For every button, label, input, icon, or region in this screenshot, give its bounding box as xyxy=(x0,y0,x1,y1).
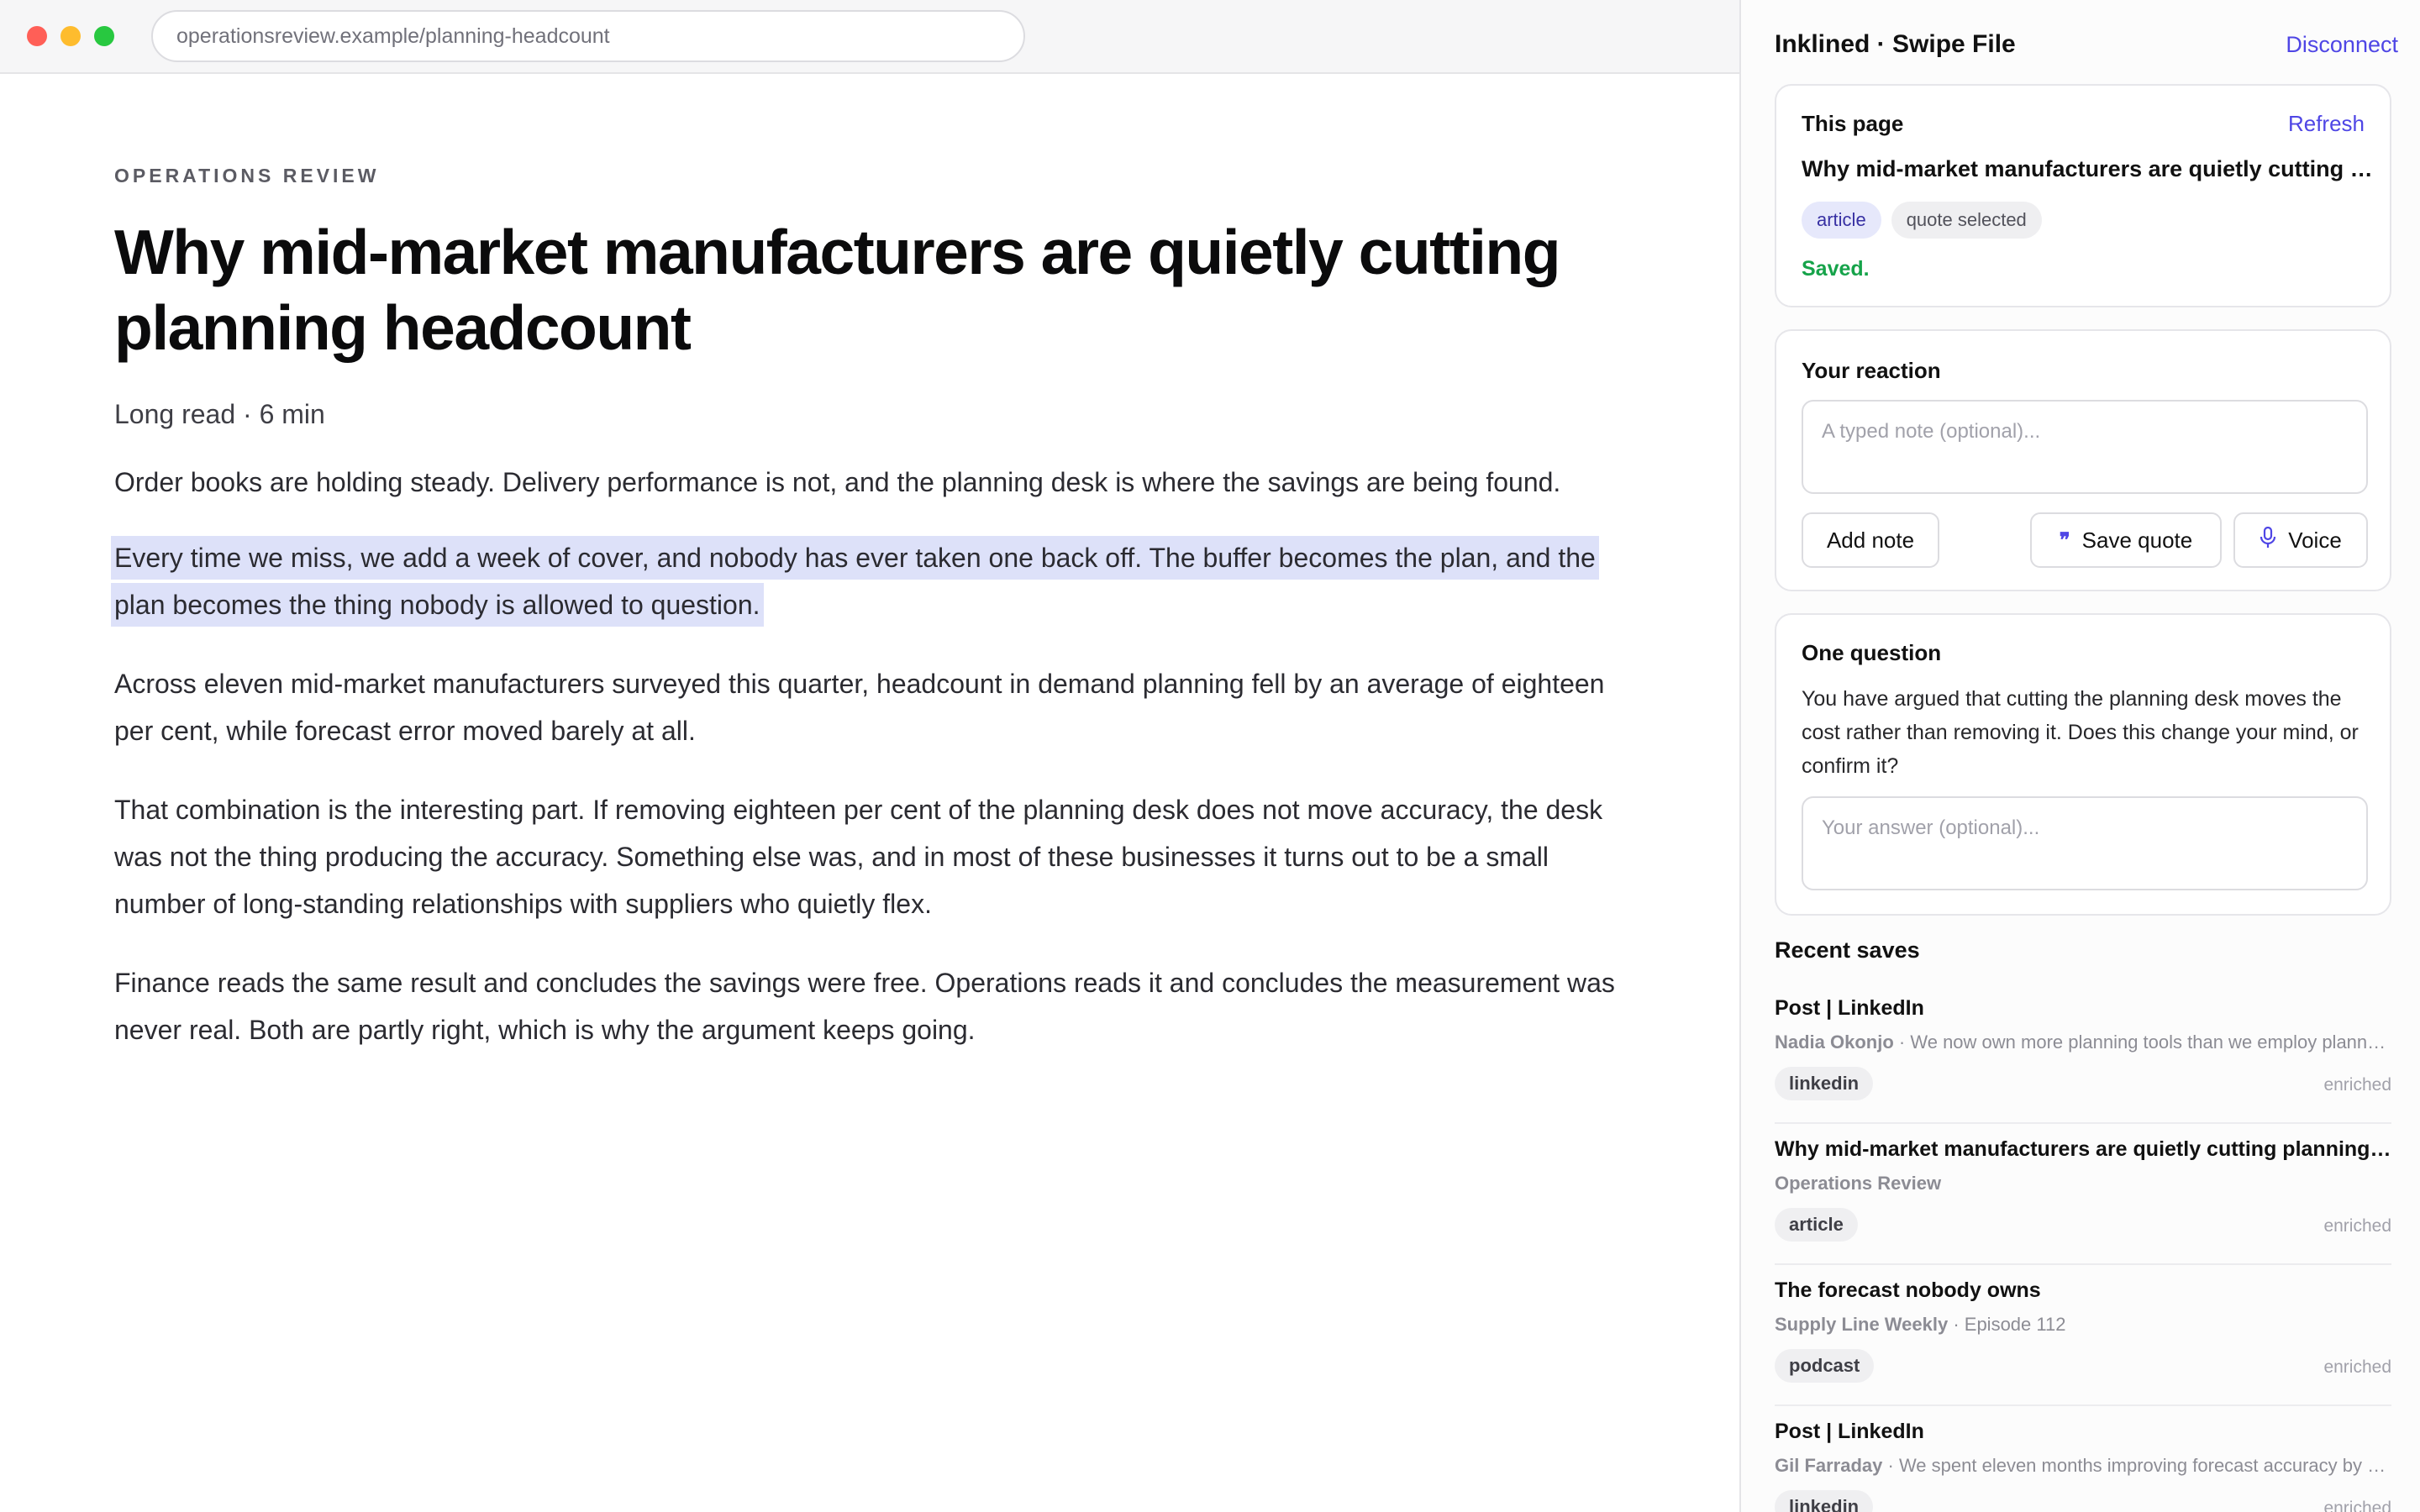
recent-save-detail: · Episode 112 xyxy=(1948,1314,2066,1335)
article-paragraph: Across eleven mid-market manufacturers s… xyxy=(114,669,1605,746)
save-status: Saved. xyxy=(1802,257,1870,281)
question-card: One question You have argued that cuttin… xyxy=(1775,613,2391,916)
article-title: Why mid-market manufacturers are quietly… xyxy=(114,217,1561,363)
close-window-button[interactable] xyxy=(27,26,47,46)
recent-save-detail: · We now own more planning tools than we… xyxy=(1893,1032,2391,1053)
tag-article: article xyxy=(1802,202,1881,239)
address-bar[interactable]: operationsreview.example/planning-headco… xyxy=(151,10,1025,62)
recent-save-title: Post | LinkedIn xyxy=(1775,996,1924,1020)
recent-save-source: Operations Review xyxy=(1775,1173,1942,1194)
recent-save-status: enriched xyxy=(2323,1216,2391,1236)
recent-save-subtitle: Nadia Okonjo · We now own more planning … xyxy=(1775,1032,2391,1053)
answer-textarea[interactable]: Your answer (optional)... xyxy=(1802,796,2368,890)
save-quote-button[interactable]: ❞ Save quote xyxy=(2030,512,2222,568)
recent-save-tag: linkedin xyxy=(1775,1067,1874,1100)
note-textarea[interactable]: A typed note (optional)... xyxy=(1802,400,2368,494)
add-note-button[interactable]: Add note xyxy=(1802,512,1939,568)
recent-save-source: Gil Farraday xyxy=(1775,1455,1883,1476)
reaction-heading: Your reaction xyxy=(1802,358,1941,383)
minimize-window-button[interactable] xyxy=(60,26,81,46)
quote-icon: ❞ xyxy=(2059,528,2070,552)
article-kicker: OPERATIONS REVIEW xyxy=(114,165,380,186)
recent-save-title: Post | LinkedIn xyxy=(1775,1420,1924,1443)
recent-save-title: The forecast nobody owns xyxy=(1775,1278,2041,1302)
recent-saves-heading: Recent saves xyxy=(1775,937,1920,963)
recent-save-status: enriched xyxy=(2323,1357,2391,1377)
recent-save-title: Why mid-market manufacturers are quietly… xyxy=(1775,1137,2391,1161)
article-paragraph: That combination is the interesting part… xyxy=(114,795,1603,919)
current-page-title: Why mid-market manufacturers are quietly… xyxy=(1802,156,2373,181)
recent-save-tag: linkedin xyxy=(1775,1490,1874,1512)
recent-save-source: Nadia Okonjo xyxy=(1775,1032,1894,1053)
extension-side-panel: Inklined · Swipe File Disconnect This pa… xyxy=(1739,0,2420,1512)
recent-save-source: Supply Line Weekly xyxy=(1775,1314,1949,1335)
recent-save-subtitle: Supply Line Weekly · Episode 112 xyxy=(1775,1314,2391,1336)
zoom-window-button[interactable] xyxy=(94,26,114,46)
refresh-link[interactable]: Refresh xyxy=(2288,111,2365,137)
browser-toolbar: operationsreview.example/planning-headco… xyxy=(0,0,1739,74)
recent-save-item[interactable]: Why mid-market manufacturers are quietly… xyxy=(1775,1124,2391,1265)
article-paragraph: Order books are holding steady. Delivery… xyxy=(114,467,1561,497)
recent-save-item[interactable]: Post | LinkedIn Gil Farraday · We spent … xyxy=(1775,1406,2391,1512)
recent-save-item[interactable]: The forecast nobody owns Supply Line Wee… xyxy=(1775,1265,2391,1406)
panel-title: Inklined · Swipe File xyxy=(1775,30,2016,58)
microphone-icon xyxy=(2260,526,2276,554)
this-page-heading: This page xyxy=(1802,111,1904,136)
question-text: You have argued that cutting the plannin… xyxy=(1802,687,2359,778)
save-quote-label: Save quote xyxy=(2081,527,2193,553)
disconnect-link[interactable]: Disconnect xyxy=(2286,32,2398,58)
recent-save-tag: article xyxy=(1775,1208,1858,1242)
article-paragraph: Finance reads the same result and conclu… xyxy=(114,968,1615,1045)
recent-save-subtitle: Operations Review xyxy=(1775,1173,2391,1194)
recent-save-item[interactable]: Post | LinkedIn Nadia Okonjo · We now ow… xyxy=(1775,983,2391,1124)
this-page-card: This page Refresh Why mid-market manufac… xyxy=(1775,84,2391,307)
voice-button[interactable]: Voice xyxy=(2233,512,2368,568)
recent-saves-list: Post | LinkedIn Nadia Okonjo · We now ow… xyxy=(1775,983,2391,1512)
voice-label: Voice xyxy=(2288,527,2342,553)
recent-save-tag: podcast xyxy=(1775,1349,1875,1383)
add-note-label: Add note xyxy=(1826,527,1915,553)
article-paragraph-selected[interactable]: Every time we miss, we add a week of cov… xyxy=(114,534,1627,628)
address-bar-url: operationsreview.example/planning-headco… xyxy=(176,24,610,48)
article: OPERATIONS REVIEW Why mid-market manufac… xyxy=(114,165,1627,1053)
tag-quote-selected: quote selected xyxy=(1891,202,2042,239)
article-meta: Long read · 6 min xyxy=(114,399,325,429)
reaction-card: Your reaction A typed note (optional)...… xyxy=(1775,329,2391,591)
recent-save-status: enriched xyxy=(2323,1499,2391,1512)
recent-save-subtitle: Gil Farraday · We spent eleven months im… xyxy=(1775,1455,2391,1477)
page-tags: article quote selected xyxy=(1802,202,2042,239)
question-heading: One question xyxy=(1802,640,1942,665)
selected-quote-highlight[interactable]: Every time we miss, we add a week of cov… xyxy=(114,539,1596,623)
recent-save-status: enriched xyxy=(2323,1075,2391,1095)
recent-save-detail: · We spent eleven months improving forec… xyxy=(1887,1455,2392,1476)
